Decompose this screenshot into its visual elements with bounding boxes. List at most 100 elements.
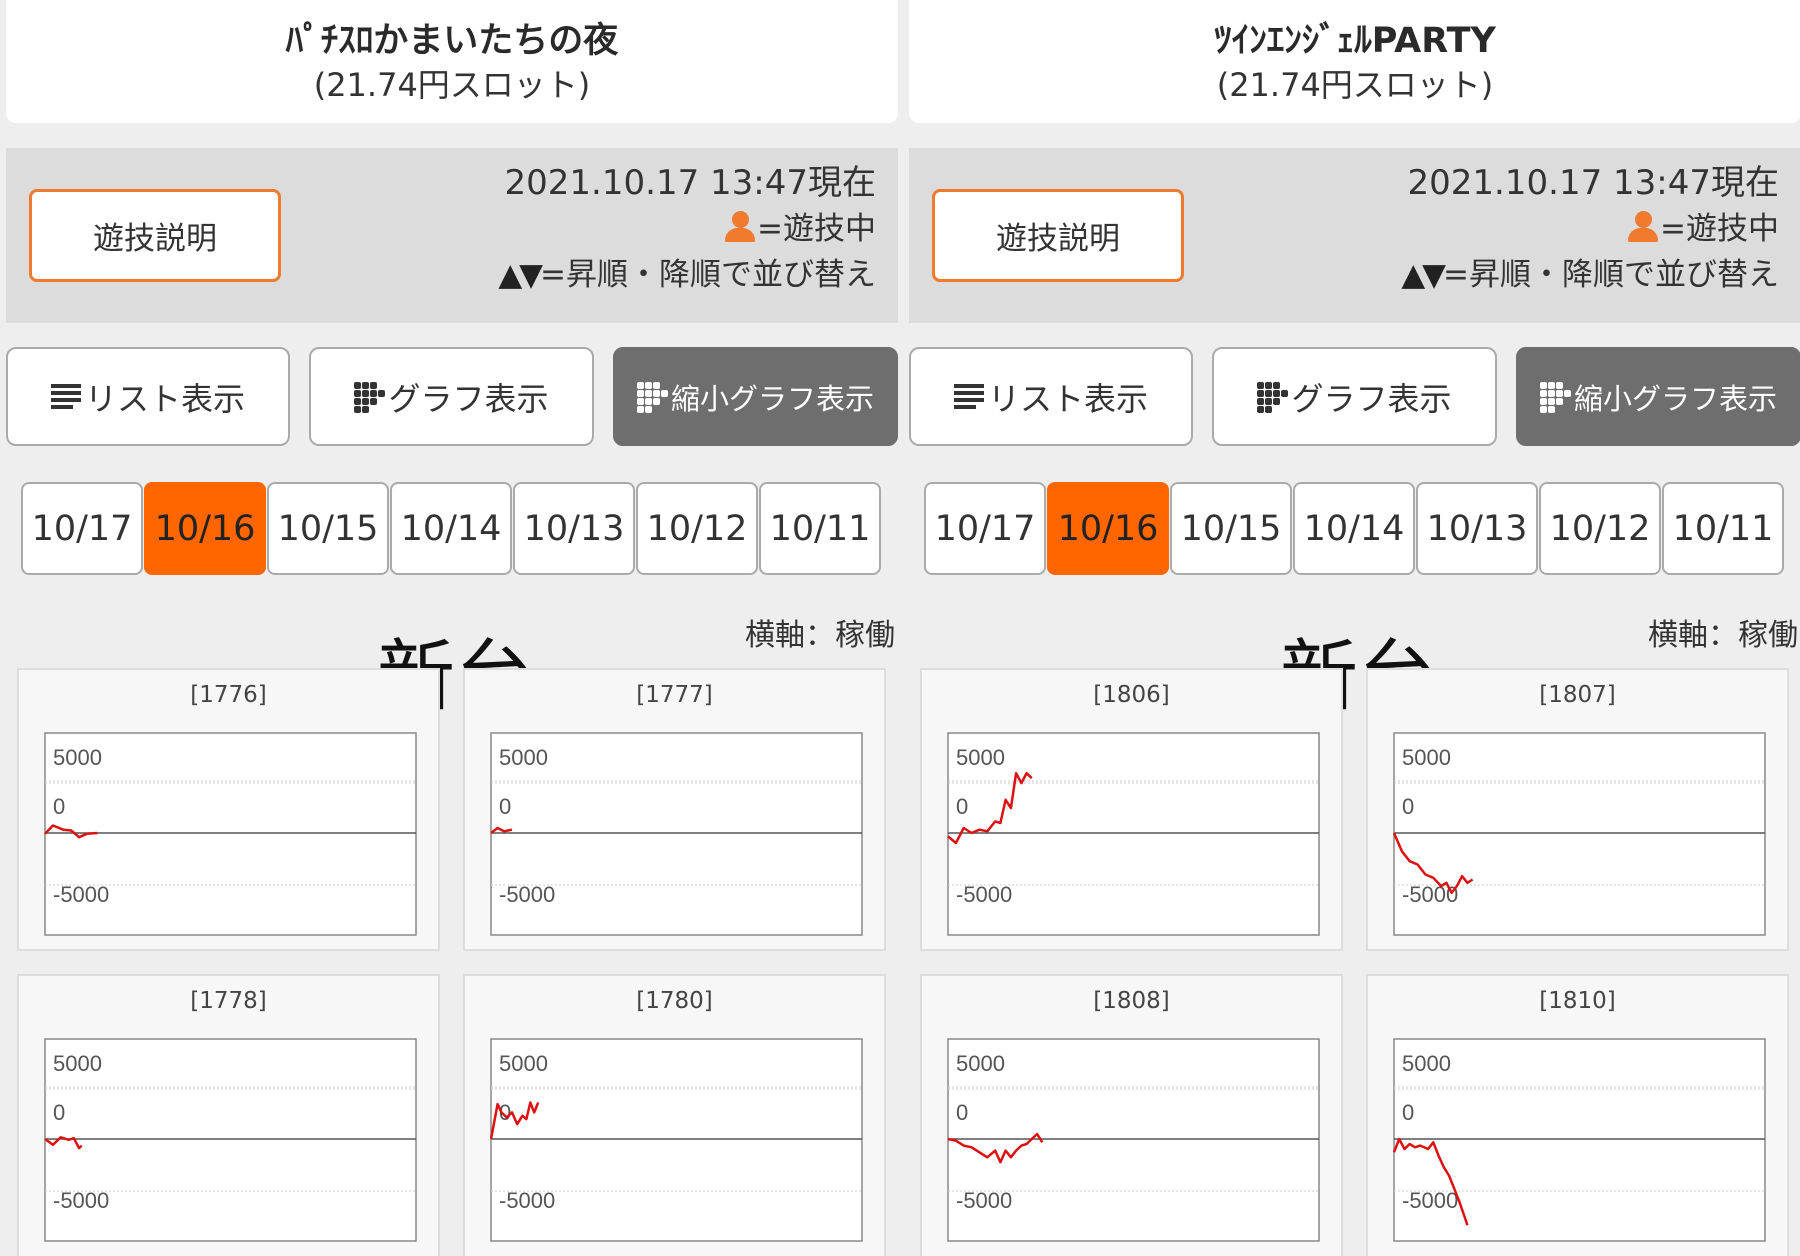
machine-number: [1810] bbox=[1539, 988, 1616, 1014]
y-tick-label: 5000 bbox=[956, 1051, 1005, 1076]
list-view-label: リスト表示 bbox=[987, 379, 1148, 418]
mini-graph: 5000 0 -5000 bbox=[947, 732, 1320, 936]
sort-legend: ▲▼=昇順・降順で並び替え bbox=[1401, 252, 1779, 298]
y-tick-label: -5000 bbox=[499, 1188, 555, 1213]
mini-graph: 50000-5000 bbox=[1393, 732, 1766, 936]
y-tick-label: -5000 bbox=[53, 1188, 109, 1213]
machine-title: ﾂｲﾝｴﾝｼﾞｪﾙPARTY bbox=[1214, 21, 1496, 61]
grid-dots-icon bbox=[636, 381, 668, 413]
playing-legend-text: =遊技中 bbox=[757, 211, 876, 247]
graph-card[interactable]: [1807] 5000 0 -5000 bbox=[1366, 668, 1789, 951]
play-explanation-button[interactable]: 遊技説明 bbox=[932, 189, 1184, 282]
date-tab[interactable]: 10/14 bbox=[1293, 482, 1415, 575]
graph-card[interactable]: [1808] 5000 0 -5000 bbox=[920, 974, 1343, 1256]
playing-legend: =遊技中 bbox=[1401, 206, 1779, 252]
sort-legend-text: =昇順・降順で並び替え bbox=[1443, 257, 1779, 293]
list-view-label: リスト表示 bbox=[84, 379, 245, 418]
graph-card[interactable]: [1806] 5000 0 -5000 bbox=[920, 668, 1343, 951]
y-tick-label: -5000 bbox=[956, 1188, 1012, 1213]
date-tab[interactable]: 10/16 bbox=[1047, 482, 1169, 575]
list-view-button[interactable]: リスト表示 bbox=[909, 347, 1193, 446]
date-tab[interactable]: 10/15 bbox=[267, 482, 389, 575]
y-tick-label: -5000 bbox=[956, 882, 1012, 907]
date-tabs: 10/17 10/16 10/15 10/14 10/13 10/12 10/11 bbox=[21, 482, 882, 575]
machine-panel-right: ﾂｲﾝｴﾝｼﾞｪﾙPARTY (21.74円スロット) 遊技説明 2021.10… bbox=[903, 0, 1800, 1256]
machine-number: [1780] bbox=[636, 988, 713, 1014]
y-tick-label: 0 bbox=[53, 794, 65, 819]
date-tab[interactable]: 10/11 bbox=[1662, 482, 1784, 575]
date-tab[interactable]: 10/11 bbox=[759, 482, 881, 575]
date-tab[interactable]: 10/13 bbox=[513, 482, 635, 575]
axis-note: 横軸：稼働 bbox=[745, 618, 895, 653]
machine-title: ﾊﾟﾁｽﾛかまいたちの夜 bbox=[285, 21, 619, 61]
y-tick-label: 5000 bbox=[53, 1051, 102, 1076]
graph-card[interactable]: [1777] 5000 0 -5000 bbox=[463, 668, 886, 951]
y-tick-label: 0 bbox=[1402, 1100, 1414, 1125]
graph-card[interactable]: [1780] 5000 0 -5000 bbox=[463, 974, 886, 1256]
mini-graph-view-button[interactable]: 縮小グラフ表示 bbox=[1516, 347, 1800, 446]
mini-graph: 50000-5000 bbox=[490, 1038, 863, 1242]
date-tab[interactable]: 10/15 bbox=[1170, 482, 1292, 575]
sort-arrows-icon: ▲▼ bbox=[1401, 257, 1446, 293]
y-tick-label: 5000 bbox=[53, 745, 102, 770]
machine-number: [1807] bbox=[1539, 682, 1616, 708]
list-view-button[interactable]: リスト表示 bbox=[6, 347, 290, 446]
date-tab[interactable]: 10/14 bbox=[390, 482, 512, 575]
machine-number: [1808] bbox=[1093, 988, 1170, 1014]
grid-dots-icon bbox=[1539, 381, 1571, 413]
y-tick-label: -5000 bbox=[1402, 882, 1458, 907]
y-tick-label: 0 bbox=[956, 794, 968, 819]
mini-graph-view-label: 縮小グラフ表示 bbox=[670, 381, 874, 416]
y-tick-label: 5000 bbox=[499, 745, 548, 770]
y-tick-label: 5000 bbox=[1402, 1051, 1451, 1076]
date-tabs: 10/17 10/16 10/15 10/14 10/13 10/12 10/11 bbox=[924, 482, 1785, 575]
mini-graph: 5000 0 -5000 bbox=[1393, 1038, 1766, 1242]
mini-graph-view-label: 縮小グラフ表示 bbox=[1573, 381, 1777, 416]
update-timestamp: 2021.10.17 13:47現在 bbox=[504, 163, 876, 203]
graph-view-label: グラフ表示 bbox=[1291, 379, 1452, 418]
sort-legend-text: =昇順・降順で並び替え bbox=[540, 257, 876, 293]
info-bar: 遊技説明 2021.10.17 13:47現在 =遊技中 ▲▼=昇順・降順で並び… bbox=[6, 148, 898, 323]
play-explanation-button[interactable]: 遊技説明 bbox=[29, 189, 281, 282]
list-icon bbox=[50, 383, 81, 410]
machine-number: [1777] bbox=[636, 682, 713, 708]
machine-panel-left: ﾊﾟﾁｽﾛかまいたちの夜 (21.74円スロット) 遊技説明 2021.10.1… bbox=[0, 0, 898, 1256]
date-tab[interactable]: 10/12 bbox=[1539, 482, 1661, 575]
graph-card[interactable]: [1810] 5000 0 -5000 bbox=[1366, 974, 1789, 1256]
y-tick-label: -5000 bbox=[1402, 1188, 1458, 1213]
graph-view-button[interactable]: グラフ表示 bbox=[1212, 347, 1497, 446]
graph-view-button[interactable]: グラフ表示 bbox=[309, 347, 594, 446]
list-icon bbox=[953, 383, 984, 410]
playing-legend-text: =遊技中 bbox=[1660, 211, 1779, 247]
slot-rate: (21.74円スロット) bbox=[313, 66, 591, 104]
y-tick-label: 0 bbox=[499, 794, 511, 819]
info-legend: 2021.10.17 13:47現在 =遊技中 ▲▼=昇順・降順で並び替え bbox=[498, 160, 876, 298]
graph-view-label: グラフ表示 bbox=[388, 379, 549, 418]
mini-graph: 50000-5000 bbox=[490, 732, 863, 936]
date-tab[interactable]: 10/13 bbox=[1416, 482, 1538, 575]
y-tick-label: 0 bbox=[1402, 794, 1414, 819]
date-tab[interactable]: 10/17 bbox=[924, 482, 1046, 575]
person-icon bbox=[1628, 211, 1659, 243]
machine-number: [1806] bbox=[1093, 682, 1170, 708]
machine-title-card: ﾂｲﾝｴﾝｼﾞｪﾙPARTY (21.74円スロット) bbox=[909, 0, 1800, 123]
y-tick-label: -5000 bbox=[53, 882, 109, 907]
machine-number: [1776] bbox=[190, 682, 267, 708]
slot-rate: (21.74円スロット) bbox=[1216, 66, 1494, 104]
graph-card[interactable]: [1778] 5000 0 -5000 bbox=[17, 974, 440, 1256]
date-tab[interactable]: 10/12 bbox=[636, 482, 758, 575]
grid-dots-icon bbox=[1257, 381, 1289, 413]
mini-graph-view-button[interactable]: 縮小グラフ表示 bbox=[613, 347, 898, 446]
mini-graph: 50000-5000 bbox=[44, 1038, 417, 1242]
sort-legend: ▲▼=昇順・降順で並び替え bbox=[498, 252, 876, 298]
info-bar: 遊技説明 2021.10.17 13:47現在 =遊技中 ▲▼=昇順・降順で並び… bbox=[909, 148, 1800, 323]
grid-dots-icon bbox=[354, 381, 386, 413]
date-tab[interactable]: 10/17 bbox=[21, 482, 143, 575]
machine-number: [1778] bbox=[190, 988, 267, 1014]
graph-card[interactable]: [1776] 5000 0 -5000 bbox=[17, 668, 440, 951]
update-timestamp: 2021.10.17 13:47現在 bbox=[1407, 163, 1779, 203]
date-tab[interactable]: 10/16 bbox=[144, 482, 266, 575]
playing-legend: =遊技中 bbox=[498, 206, 876, 252]
machine-title-card: ﾊﾟﾁｽﾛかまいたちの夜 (21.74円スロット) bbox=[6, 0, 898, 123]
y-tick-label: 5000 bbox=[956, 745, 1005, 770]
